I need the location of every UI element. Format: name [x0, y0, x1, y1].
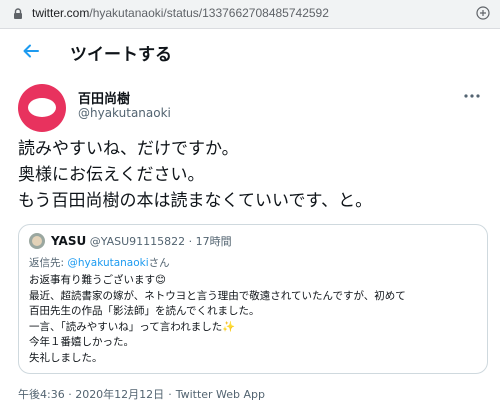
url-path: /hyakutanaoki/status/1337662708485742592	[89, 6, 329, 20]
quoted-line: 今年１番嬉しかった。	[29, 336, 134, 348]
avatar[interactable]	[18, 84, 66, 132]
quoted-tweet-text: お返事有り難うございます😊 最近、超読書家の嫁が、ネトウヨと言う理由で敬遠されて…	[29, 273, 481, 366]
quoted-tweet-card[interactable]: YASU @YASU91115822 · 17時間 返信先: @hyakutan…	[18, 224, 488, 374]
reply-suffix: さん	[148, 257, 170, 269]
quoted-line: 百田先生の作品「影法師」を読んでくれました。	[29, 305, 260, 317]
reply-to-line: 返信先: @hyakutanaokiさん	[29, 255, 170, 270]
more-options-icon[interactable]	[462, 86, 482, 106]
lock-icon	[14, 8, 22, 19]
tweet-timestamp-row: 午後4:36 · 2020年12月12日 · Twitter Web App	[18, 386, 265, 402]
tweet-line: 読みやすいね、だけですか。	[18, 139, 239, 159]
tweet-text: 読みやすいね、だけですか。 奥様にお伝えください。 もう百田尚樹の本は読まなくて…	[18, 136, 488, 214]
quoted-avatar-face	[32, 236, 42, 246]
quoted-time: · 17時間	[188, 235, 232, 248]
page-header: ツイートする	[0, 28, 500, 74]
tweet-line: 奥様にお伝えください。	[18, 165, 205, 185]
avatar-shape	[28, 98, 56, 117]
address-bar[interactable]: twitter.com/hyakutanaoki/status/13376627…	[0, 0, 500, 29]
reply-mention-link[interactable]: @hyakutanaoki	[67, 257, 148, 269]
back-arrow-icon[interactable]	[18, 38, 44, 64]
quoted-avatar[interactable]	[29, 233, 45, 249]
tweet-line: もう百田尚樹の本は読まなくていいです、と。	[18, 191, 373, 211]
quoted-author-name[interactable]: YASU	[51, 234, 86, 248]
tweet-timestamp[interactable]: 午後4:36 · 2020年12月12日	[18, 388, 164, 401]
tweet-source-link[interactable]: Twitter Web App	[176, 388, 265, 401]
quoted-line: お返事有り難うございます😊	[29, 274, 166, 286]
separator-dot: ·	[168, 388, 172, 401]
add-circle-icon[interactable]	[476, 6, 490, 20]
reply-prefix: 返信先:	[29, 257, 68, 269]
quoted-line: 失礼しました。	[29, 351, 103, 364]
author-name[interactable]: 百田尚樹	[78, 88, 130, 107]
page-title: ツイートする	[70, 45, 172, 65]
quoted-tweet-meta: YASU @YASU91115822 · 17時間	[51, 233, 232, 249]
url-domain: twitter.com	[32, 6, 90, 20]
quoted-line: 一言、「読みやすいね」って言われました✨	[29, 320, 236, 333]
author-handle[interactable]: @hyakutanaoki	[78, 106, 171, 120]
quoted-author-handle[interactable]: @YASU91115822	[90, 235, 185, 248]
url-text[interactable]: twitter.com/hyakutanaoki/status/13376627…	[32, 6, 329, 20]
quoted-line: 最近、超読書家の嫁が、ネトウヨと言う理由で敬遠されていたんですが、初めて	[29, 289, 406, 302]
